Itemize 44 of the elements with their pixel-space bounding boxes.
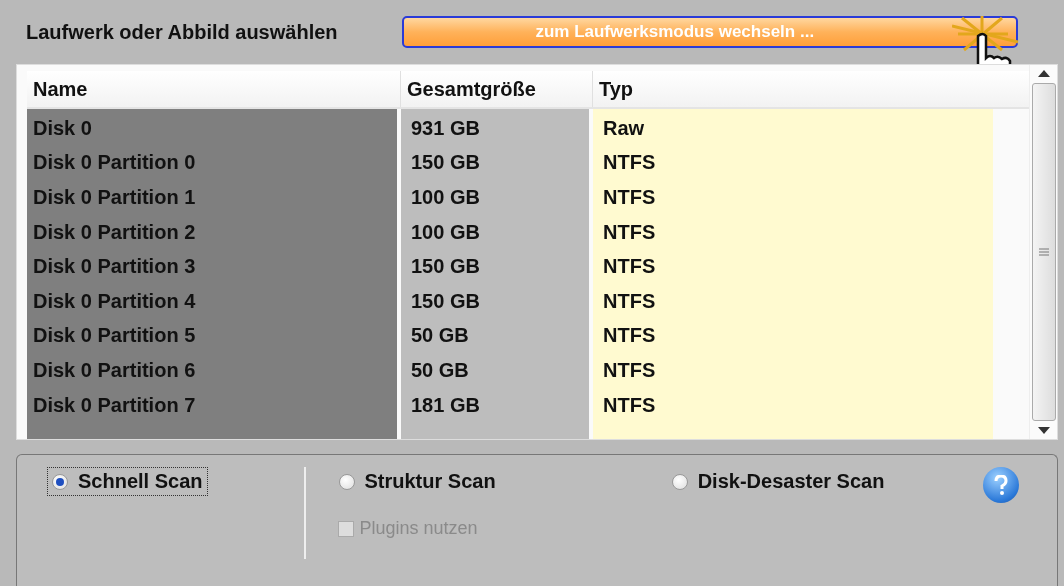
table-cell-text: Disk 0 Partition 3 bbox=[32, 254, 197, 280]
radio-option[interactable]: Struktur Scan bbox=[333, 467, 501, 496]
table-cell-text: NTFS bbox=[602, 392, 657, 418]
table-cell-text: Disk 0 Partition 2 bbox=[32, 219, 197, 245]
table-cell-text: Raw bbox=[602, 115, 646, 141]
table-cell-text: Disk 0 Partition 1 bbox=[32, 185, 197, 210]
radio-button[interactable] bbox=[338, 473, 355, 490]
table-cell-text: NTFS bbox=[602, 288, 657, 314]
column-header[interactable]: Name bbox=[27, 71, 401, 107]
table-cell-text: Disk 0 Partition 5 bbox=[32, 323, 197, 349]
scroll-down-icon[interactable] bbox=[1037, 427, 1050, 435]
column-header[interactable]: Typ bbox=[593, 71, 993, 107]
table-cell-text: 100 GB bbox=[410, 185, 481, 210]
scrollbar[interactable] bbox=[1029, 65, 1057, 439]
section-title: Laufwerk oder Abbild auswählen bbox=[26, 20, 338, 44]
table-cell-text: 181 GB bbox=[410, 392, 481, 418]
question-mark-icon bbox=[994, 475, 1008, 495]
table-cell-text: NTFS bbox=[602, 323, 657, 349]
column-header[interactable]: Gesamtgröße bbox=[401, 71, 593, 107]
table-cell-text: NTFS bbox=[602, 357, 657, 383]
radio-button[interactable] bbox=[52, 473, 68, 490]
table-cell-text: 150 GB bbox=[410, 288, 481, 314]
table-cell-text: 100 GB bbox=[410, 219, 481, 245]
table-cell-text: Disk 0 Partition 4 bbox=[32, 288, 197, 314]
table-cell-text: Disk 0 Partition 7 bbox=[32, 392, 197, 418]
table-cell-text: Disk 0 Partition 0 bbox=[32, 150, 197, 176]
radio-option[interactable]: Schnell Scan bbox=[47, 467, 208, 496]
table-cell-text: NTFS bbox=[602, 254, 657, 280]
table-cell-text: NTFS bbox=[602, 219, 657, 245]
table-cell-text: 50 GB bbox=[410, 323, 470, 349]
radio-button[interactable] bbox=[671, 473, 688, 490]
table-cell-text: NTFS bbox=[602, 185, 657, 210]
table-cell-text: Disk 0 bbox=[32, 115, 93, 141]
radio-option[interactable]: Disk-Desaster Scan bbox=[666, 467, 890, 496]
table-cell-text: 150 GB bbox=[410, 254, 481, 280]
table-cell-text: 50 GB bbox=[410, 357, 470, 383]
table-cell-text: 931 GB bbox=[410, 115, 481, 141]
help-button[interactable] bbox=[983, 467, 1019, 503]
scroll-up-icon[interactable] bbox=[1037, 69, 1050, 77]
table-cell-text: 150 GB bbox=[410, 150, 481, 176]
table-cell-text: Disk 0 Partition 6 bbox=[32, 357, 197, 383]
grip-icon bbox=[1038, 247, 1049, 257]
table-cell-text: NTFS bbox=[602, 150, 657, 176]
scroll-thumb[interactable] bbox=[1031, 83, 1056, 421]
